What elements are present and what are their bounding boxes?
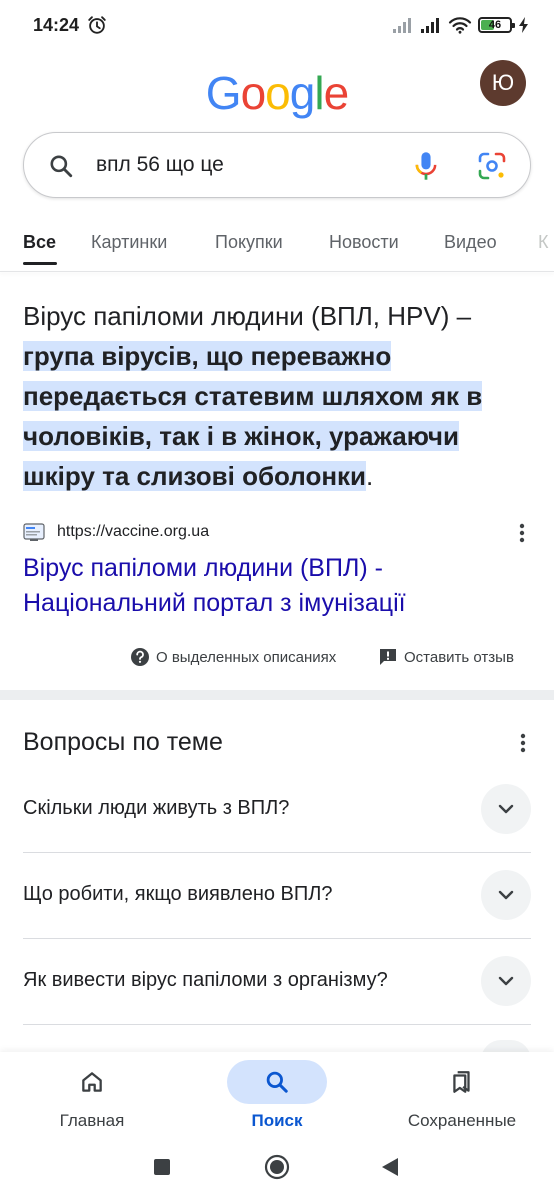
tabs-divider <box>0 271 554 272</box>
feedback-icon <box>380 649 396 665</box>
home-icon <box>82 1072 102 1092</box>
chevron-down-icon <box>498 804 514 814</box>
related-question[interactable]: Скільки люди живуть з ВПЛ? <box>23 767 531 853</box>
about-snippets-label: О выделенных описаниях <box>156 648 337 666</box>
about-snippets-link[interactable]: О выделенных описаниях <box>130 647 336 667</box>
logo-letter: o <box>265 67 291 119</box>
tab-shopping[interactable]: Покупки <box>215 232 283 253</box>
search-box[interactable]: впл 56 що це <box>23 132 531 198</box>
nav-home[interactable]: Главная <box>12 1058 172 1134</box>
system-navigation-bar <box>0 1134 554 1200</box>
section-divider <box>0 690 554 700</box>
related-questions-title: Вопросы по теме <box>23 728 223 756</box>
nav-search[interactable]: Поиск <box>197 1058 357 1134</box>
search-input[interactable]: впл 56 що це <box>96 153 224 177</box>
nav-saved-label: Сохраненные <box>407 1111 517 1130</box>
snippet-lead: Вірус папіломи людини (ВПЛ, HPV) – <box>23 301 472 331</box>
status-time: 14:24 <box>33 15 80 35</box>
chevron-down-icon <box>498 890 514 900</box>
question-text: Як вивести вірус папіломи з організму? <box>23 969 388 991</box>
snippet-highlight: група вірусів, що переважно передається … <box>23 341 483 491</box>
feedback-label: Оставить отзыв <box>404 648 514 666</box>
google-lens-icon[interactable] <box>477 151 507 181</box>
wifi-icon <box>448 17 472 34</box>
signal-icon <box>393 18 411 33</box>
bookmarks-icon <box>453 1071 470 1093</box>
tab-images[interactable]: Картинки <box>91 232 167 253</box>
tab-videos[interactable]: Видео <box>444 232 497 253</box>
site-favicon-icon <box>23 523 45 541</box>
signal-icon <box>421 18 439 33</box>
search-icon <box>50 155 73 178</box>
expand-question-button[interactable] <box>481 956 531 1006</box>
logo-letter: o <box>240 67 267 119</box>
nav-search-pill <box>227 1060 327 1104</box>
search-icon <box>266 1071 288 1093</box>
feedback-link[interactable]: Оставить отзыв <box>378 647 514 667</box>
alarm-clock-icon <box>88 16 106 34</box>
active-tab-indicator <box>23 262 57 265</box>
nav-saved[interactable]: Сохраненные <box>382 1058 542 1134</box>
more-options-icon[interactable] <box>520 733 526 753</box>
nav-home-label: Главная <box>59 1111 125 1130</box>
battery-level: 46 <box>488 19 502 31</box>
related-question[interactable]: Як вивести вірус папіломи з організму? <box>23 939 531 1025</box>
status-indicators: 46 <box>392 14 530 36</box>
home-button-icon[interactable] <box>264 1154 290 1180</box>
avatar[interactable]: Ю <box>480 60 526 106</box>
logo-letter: g <box>289 67 316 119</box>
more-options-icon[interactable] <box>519 523 525 543</box>
logo-letter: G <box>205 67 242 119</box>
recent-apps-icon[interactable] <box>153 1158 171 1176</box>
nav-search-label: Поиск <box>251 1111 303 1130</box>
source-url[interactable]: https://vaccine.org.ua <box>57 523 209 541</box>
result-title-link[interactable]: Вірус папіломи людини (ВПЛ) - Національн… <box>23 551 523 621</box>
nav-home-pill <box>42 1060 142 1104</box>
back-icon[interactable] <box>381 1157 399 1177</box>
status-bar: 14:24 46 <box>0 0 554 52</box>
expand-question-button[interactable] <box>481 870 531 920</box>
battery-indicator: 46 <box>478 17 515 33</box>
search-tabs: Все Картинки Покупки Новости Видео К <box>0 220 554 270</box>
expand-question-button[interactable] <box>481 784 531 834</box>
chevron-down-icon <box>498 976 514 986</box>
question-text: Що робити, якщо виявлено ВПЛ? <box>23 883 333 905</box>
charging-bolt-icon <box>519 17 528 33</box>
tab-more[interactable]: К <box>538 232 549 253</box>
question-text: Скільки люди живуть з ВПЛ? <box>23 797 290 819</box>
google-logo[interactable]: Google <box>0 66 554 120</box>
microphone-icon[interactable] <box>412 150 440 182</box>
result-source[interactable]: https://vaccine.org.ua <box>23 520 531 546</box>
logo-letter: e <box>323 67 350 119</box>
snippet-feedback-row: О выделенных описаниях Оставить отзыв <box>0 645 554 671</box>
featured-snippet-text: Вірус папіломи людини (ВПЛ, HPV) – група… <box>23 296 509 496</box>
help-circle-icon <box>131 648 149 666</box>
logo-letter: l <box>314 67 324 119</box>
tab-all[interactable]: Все <box>23 232 56 253</box>
nav-saved-pill <box>412 1060 512 1104</box>
snippet-tail: . <box>366 461 374 491</box>
bottom-navigation: Главная Поиск Сохраненные <box>0 1052 554 1134</box>
tab-news[interactable]: Новости <box>329 232 399 253</box>
related-question[interactable]: Що робити, якщо виявлено ВПЛ? <box>23 853 531 939</box>
